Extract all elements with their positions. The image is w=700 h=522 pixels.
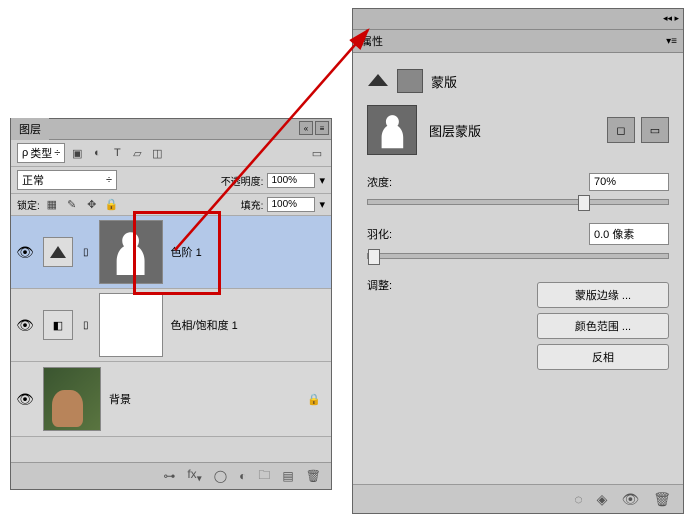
feather-label: 羽化:: [367, 226, 447, 242]
blend-row: 正常÷ 不透明度: 100% ▾: [11, 167, 331, 194]
layer-list: 👁 ▯ 色阶 1 👁 ◧ ▯ 色相/饱和度 1 👁: [11, 216, 331, 437]
visibility-icon[interactable]: 👁: [11, 317, 39, 334]
visibility-icon[interactable]: 👁: [11, 391, 39, 408]
filter-adjust-icon[interactable]: ◐: [89, 146, 105, 160]
mask-info-row: 图层蒙版 ◻ ▭: [367, 105, 669, 155]
density-slider[interactable]: [367, 199, 669, 205]
properties-panel-header: ◂◂ ▸: [353, 9, 683, 30]
panel-menu-icon[interactable]: ≡: [315, 121, 329, 135]
opacity-label: 不透明度:: [221, 173, 264, 188]
delete-mask-icon[interactable]: 🗑: [653, 491, 671, 508]
adjust-row: 调整: 蒙版边缘 ... 颜色范围 ... 反相: [367, 277, 669, 375]
lock-label: 锁定:: [17, 197, 40, 212]
mask-preview: [367, 105, 417, 155]
feather-slider[interactable]: [367, 253, 669, 259]
color-range-button[interactable]: 颜色范围 ...: [537, 313, 669, 339]
lock-all-icon[interactable]: 🔒: [104, 198, 120, 212]
layer-background[interactable]: 👁 背景 🔒: [11, 362, 331, 437]
properties-tab[interactable]: 属性: [353, 30, 391, 52]
properties-panel: ◂◂ ▸ 属性 ▾≡ 蒙版 图层蒙版 ◻ ▭ 浓度: 70% 羽化:: [352, 8, 684, 514]
lock-transparency-icon[interactable]: ▦: [44, 198, 60, 212]
lock-row: 锁定: ▦ ✎ ✥ 🔒 填充: 100% ▾: [11, 194, 331, 216]
layer-name[interactable]: 背景: [109, 391, 131, 407]
levels-mini-icon: [367, 73, 389, 90]
mask-type-label: 图层蒙版: [429, 121, 481, 140]
lock-position-icon[interactable]: ✥: [84, 198, 100, 212]
filter-type-dropdown[interactable]: ρ 类型 ÷: [17, 143, 65, 163]
filter-toggle[interactable]: ▭: [309, 146, 325, 160]
link-icon[interactable]: ▯: [83, 320, 89, 331]
layers-bottom-bar: ⊶ fx▾ ◯ ◐ 🗀 ▤ 🗑: [11, 462, 331, 489]
layer-levels[interactable]: 👁 ▯ 色阶 1: [11, 216, 331, 289]
filter-type-icon[interactable]: T: [109, 146, 125, 160]
adjust-label: 调整:: [367, 277, 447, 293]
mask-mode-icon[interactable]: [397, 69, 423, 93]
density-row: 浓度: 70%: [367, 173, 669, 191]
layers-panel: 图层 « ≡ ρ 类型 ÷ ▣ ◐ T ▱ ◫ ▭ 正常÷ 不透明度: 100%…: [10, 118, 332, 490]
properties-body: 蒙版 图层蒙版 ◻ ▭ 浓度: 70% 羽化: 0.0 像素 调整: 蒙版边缘 …: [353, 53, 683, 393]
vector-mask-icon[interactable]: ▭: [641, 117, 669, 143]
pixel-mask-icon[interactable]: ◻: [607, 117, 635, 143]
layers-panel-header: 图层 « ≡: [11, 119, 331, 140]
fx-icon[interactable]: fx▾: [187, 467, 201, 484]
panel-menu-icon[interactable]: ▾≡: [666, 36, 677, 47]
filter-shape-icon[interactable]: ▱: [129, 146, 145, 160]
toggle-mask-icon[interactable]: 👁: [621, 491, 639, 508]
opacity-flyout-icon[interactable]: ▾: [319, 174, 325, 187]
blend-mode-dropdown[interactable]: 正常÷: [17, 170, 117, 190]
layer-name[interactable]: 色相/饱和度 1: [171, 317, 238, 333]
filter-smart-icon[interactable]: ◫: [149, 146, 165, 160]
visibility-icon[interactable]: 👁: [11, 244, 39, 261]
density-label: 浓度:: [367, 174, 447, 190]
link-icon[interactable]: ▯: [83, 247, 89, 258]
filter-pixel-icon[interactable]: ▣: [69, 146, 85, 160]
load-selection-icon[interactable]: ◌: [574, 491, 582, 507]
panel-collapse-icon[interactable]: ◂◂ ▸: [663, 13, 679, 24]
feather-row: 羽化: 0.0 像素: [367, 223, 669, 245]
fill-field[interactable]: 100%: [267, 197, 315, 212]
huesat-mask-thumb[interactable]: [99, 293, 163, 357]
new-adjust-icon[interactable]: ◐: [239, 469, 246, 483]
lock-icon: 🔒: [307, 393, 321, 406]
background-thumb[interactable]: [43, 367, 101, 431]
levels-adjust-thumb[interactable]: [43, 237, 73, 267]
panel-collapse-icon[interactable]: «: [299, 121, 313, 135]
section-title: 蒙版: [431, 72, 457, 91]
delete-layer-icon[interactable]: 🗑: [306, 469, 321, 483]
density-field[interactable]: 70%: [589, 173, 669, 191]
apply-mask-icon[interactable]: ◈: [597, 491, 608, 508]
layer-name[interactable]: 色阶 1: [171, 244, 202, 260]
blend-mode-value: 正常: [22, 172, 44, 188]
huesat-adjust-thumb[interactable]: ◧: [43, 310, 73, 340]
layer-hue-sat[interactable]: 👁 ◧ ▯ 色相/饱和度 1: [11, 289, 331, 362]
mask-section-header: 蒙版: [367, 69, 669, 93]
feather-field[interactable]: 0.0 像素: [589, 223, 669, 245]
lock-paint-icon[interactable]: ✎: [64, 198, 80, 212]
link-layers-icon[interactable]: ⊶: [163, 469, 175, 483]
properties-tab-row: 属性 ▾≡: [353, 30, 683, 53]
opacity-field[interactable]: 100%: [267, 173, 315, 188]
fill-flyout-icon[interactable]: ▾: [319, 198, 325, 211]
new-layer-icon[interactable]: ▤: [282, 469, 293, 483]
filter-label: 类型: [30, 145, 52, 161]
fill-label: 填充:: [241, 197, 264, 212]
mask-edge-button[interactable]: 蒙版边缘 ...: [537, 282, 669, 308]
add-mask-icon[interactable]: ◯: [214, 469, 227, 483]
properties-bottom-bar: ◌ ◈ 👁 🗑: [353, 484, 683, 513]
invert-button[interactable]: 反相: [537, 344, 669, 370]
layer-filter-row: ρ 类型 ÷ ▣ ◐ T ▱ ◫ ▭: [11, 140, 331, 167]
levels-mask-thumb[interactable]: [99, 220, 163, 284]
new-group-icon[interactable]: 🗀: [258, 466, 270, 487]
layers-tab[interactable]: 图层: [11, 118, 49, 140]
